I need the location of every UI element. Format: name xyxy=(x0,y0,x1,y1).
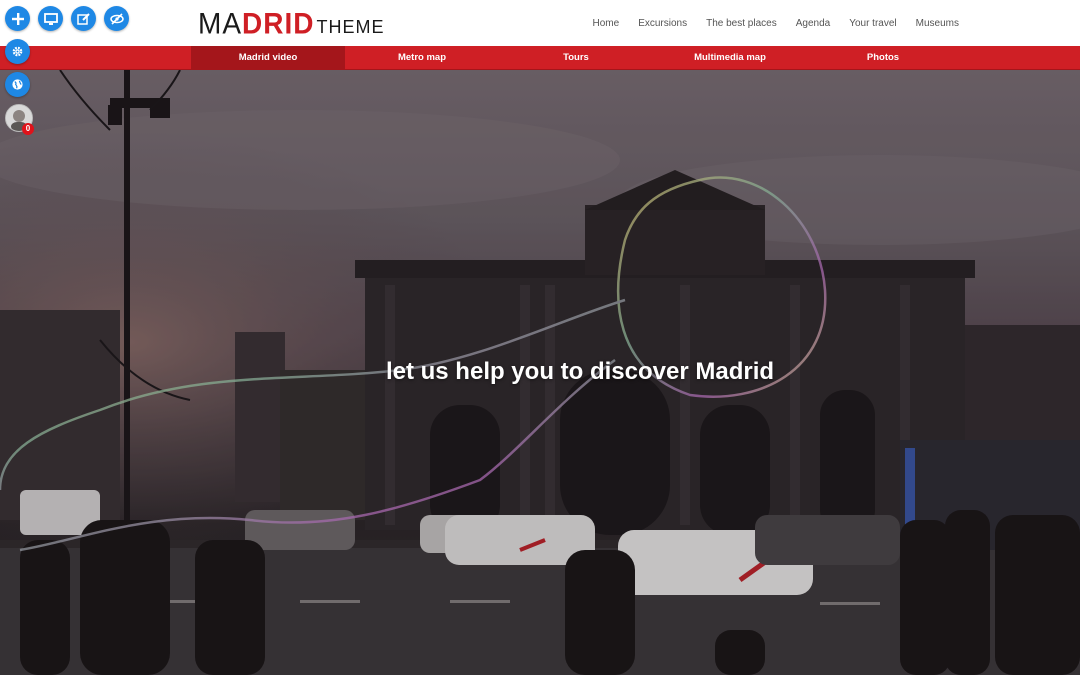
notification-badge: 0 xyxy=(22,123,34,135)
menu-metro-map[interactable]: Metro map xyxy=(345,46,499,70)
nav-agenda[interactable]: Agenda xyxy=(796,18,830,29)
menu-photos[interactable]: Photos xyxy=(806,46,960,70)
preview-button[interactable] xyxy=(38,6,63,31)
menu-multimedia-map[interactable]: Multimedia map xyxy=(653,46,807,70)
nav-best-places[interactable]: The best places xyxy=(706,18,777,29)
plus-icon xyxy=(11,12,24,25)
nav-excursions[interactable]: Excursions xyxy=(638,18,687,29)
nav-your-travel[interactable]: Your travel xyxy=(849,18,896,29)
hero-headline: let us help you to discover Madrid xyxy=(385,358,775,385)
edit-button[interactable] xyxy=(71,6,96,31)
add-button[interactable] xyxy=(5,6,30,31)
gear-icon xyxy=(12,46,23,57)
settings-button[interactable] xyxy=(5,39,30,64)
language-button[interactable] xyxy=(5,72,30,97)
site-header: MADRID THEME Home Excursions The best pl… xyxy=(0,0,1080,46)
edit-icon xyxy=(76,12,90,25)
nav-home[interactable]: Home xyxy=(593,18,620,29)
site-logo[interactable]: MADRID THEME xyxy=(198,8,384,38)
menu-tours[interactable]: Tours xyxy=(499,46,653,70)
hero-video: let us help you to discover Madrid xyxy=(0,70,1080,675)
secondary-menu: Madrid video Metro map Tours Multimedia … xyxy=(0,46,1080,70)
eye-slash-icon xyxy=(109,12,124,25)
top-navigation: Home Excursions The best places Agenda Y… xyxy=(574,0,959,46)
nav-museums[interactable]: Museums xyxy=(916,18,959,29)
monitor-icon xyxy=(43,12,58,25)
menu-madrid-video[interactable]: Madrid video xyxy=(191,46,345,70)
hide-button[interactable] xyxy=(104,6,129,31)
globe-icon xyxy=(12,79,23,90)
